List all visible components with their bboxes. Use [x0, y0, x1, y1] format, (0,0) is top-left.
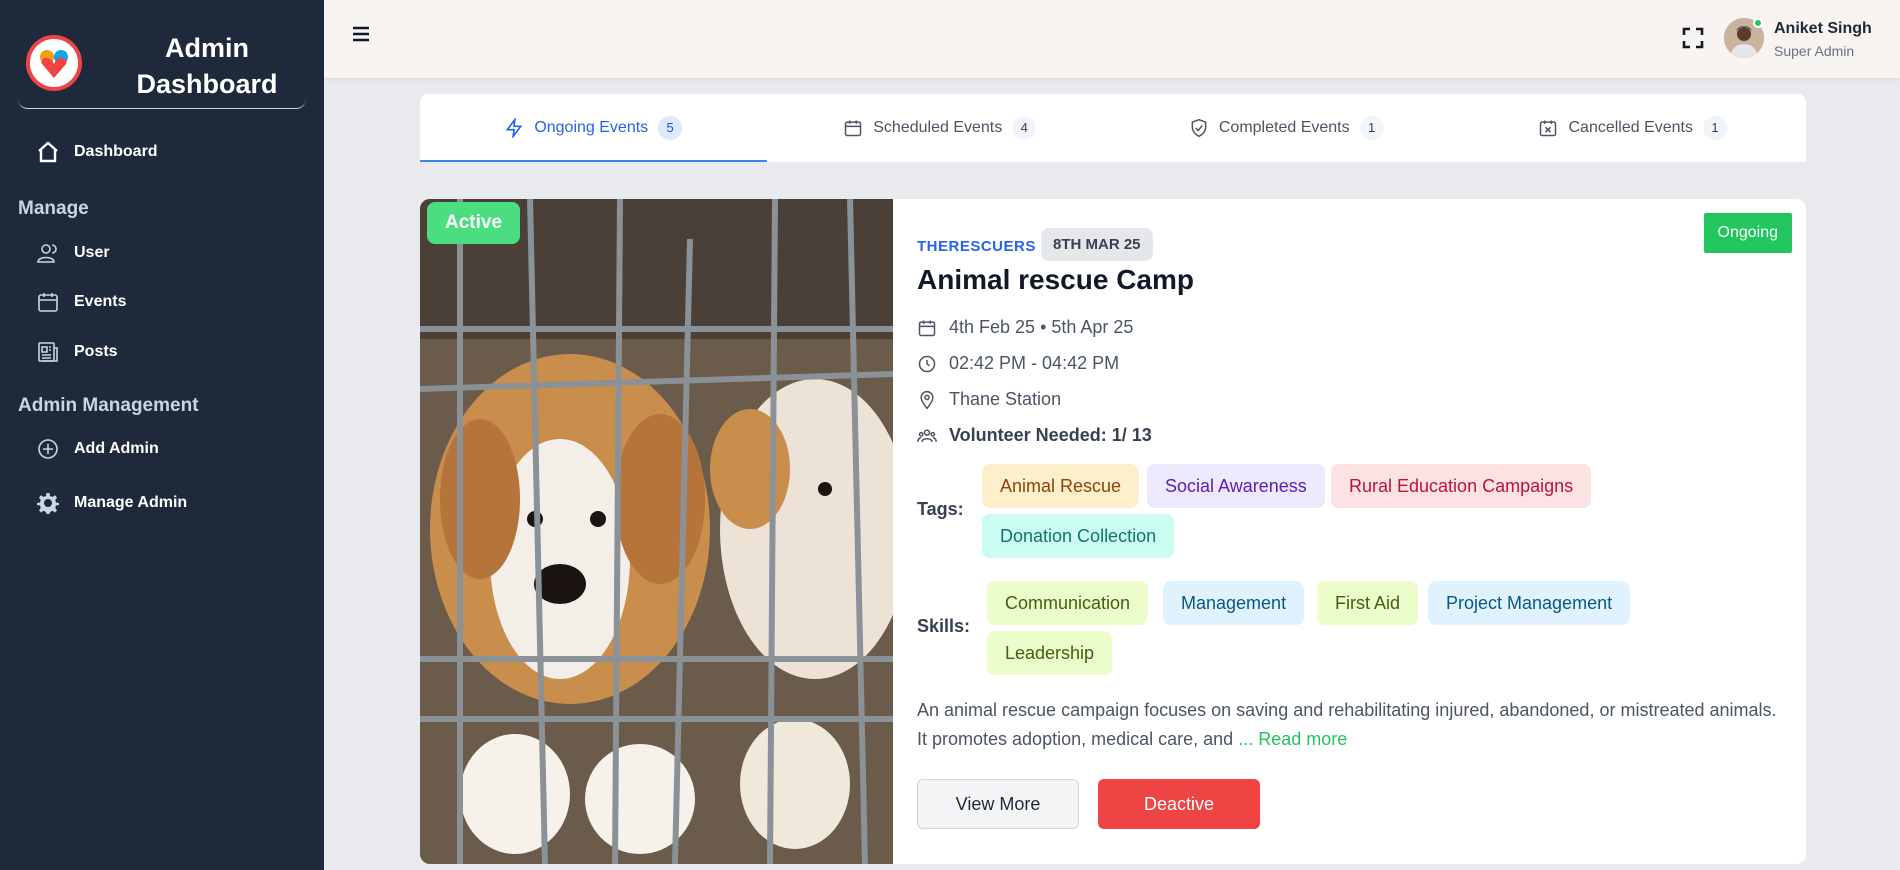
tab-label: Cancelled Events: [1568, 119, 1693, 136]
sidebar-item-label: Events: [74, 293, 127, 310]
event-description: An animal rescue campaign focuses on sav…: [917, 700, 1777, 749]
tag-chip: Donation Collection: [982, 514, 1175, 558]
event-card: Active Ongoing THERESCUERS 8TH MAR 25 An…: [420, 199, 1806, 864]
sidebar-item-label: Add Admin: [74, 440, 159, 457]
sidebar-item-label: Manage Admin: [74, 494, 188, 511]
tab-count-badge: 1: [1359, 116, 1384, 140]
calendar-icon: [845, 120, 862, 137]
tab-label: Scheduled Events: [873, 119, 1003, 136]
skill-chip: Project Management: [1428, 581, 1631, 625]
tab-label: Ongoing Events: [534, 119, 649, 136]
sidebar-item-dashboard[interactable]: Dashboard: [36, 140, 158, 164]
tag-chip: Rural Education Campaigns: [1331, 464, 1592, 508]
sidebar-item-manage-admin[interactable]: Manage Admin: [36, 491, 187, 515]
fullscreen-icon[interactable]: [1681, 26, 1705, 55]
sidebar-item-posts[interactable]: Posts: [36, 340, 118, 364]
skills-label: Skills:: [917, 616, 971, 636]
tag-chip: Animal Rescue: [982, 464, 1140, 508]
brand-logo-icon: [26, 35, 82, 91]
section-manage: Manage: [18, 198, 89, 219]
active-badge: Active: [427, 202, 521, 244]
sidebar-item-events[interactable]: Events: [36, 290, 126, 314]
sidebar-item-label: Posts: [74, 343, 118, 360]
tab-count-badge: 4: [1012, 116, 1037, 140]
skill-chip: Management: [1163, 581, 1305, 625]
tags-label: Tags:: [917, 499, 964, 519]
event-photo: [420, 199, 893, 864]
map-pin-icon: [920, 390, 934, 409]
tab-count-badge: 5: [658, 116, 683, 140]
event-date-pill: 8TH MAR 25: [1041, 228, 1153, 261]
status-badge: Ongoing: [1703, 213, 1792, 253]
read-more-link[interactable]: ... Read more: [1238, 729, 1347, 749]
gear-icon: [37, 493, 59, 514]
deactive-button[interactable]: Deactive: [1098, 779, 1260, 829]
tag-chip: Social Awareness: [1147, 464, 1325, 508]
tab-scheduled-events[interactable]: Scheduled Events 4: [767, 94, 1114, 162]
online-status-dot: [1753, 18, 1763, 28]
user-name: Aniket Singh: [1774, 20, 1872, 37]
sidebar-item-label: Dashboard: [74, 143, 158, 160]
tab-completed-events[interactable]: Completed Events 1: [1113, 94, 1460, 162]
tab-label: Completed Events: [1218, 119, 1350, 136]
home-icon: [38, 141, 58, 163]
volunteers-needed: Volunteer Needed: 1/ 13: [917, 425, 1152, 446]
tab-ongoing-events[interactable]: Ongoing Events 5: [420, 94, 767, 162]
hamburger-menu-icon[interactable]: [352, 26, 370, 47]
users-icon: [37, 244, 57, 263]
organization-name: THERESCUERS: [917, 238, 1036, 255]
plus-circle-icon: [38, 439, 58, 459]
calendar-icon: [38, 293, 58, 312]
sidebar-item-label: User: [74, 244, 110, 261]
brand: Admin Dashboard: [18, 18, 306, 109]
view-more-button[interactable]: View More: [917, 779, 1079, 829]
brand-title: Admin Dashboard: [136, 33, 278, 99]
newspaper-icon: [38, 342, 58, 362]
skill-chip: Communication: [987, 581, 1149, 625]
tab-count-badge: 1: [1703, 116, 1727, 140]
calendar-icon: [918, 320, 936, 336]
lightning-icon: [505, 118, 523, 138]
section-admin-management: Admin Management: [18, 395, 199, 416]
top-bar: Aniket Singh Super Admin: [324, 0, 1900, 78]
event-dates: 4th Feb 25 • 5th Apr 25: [917, 317, 1133, 338]
user-role: Super Admin: [1774, 43, 1855, 59]
event-location: Thane Station: [917, 389, 1061, 410]
sidebar-item-add-admin[interactable]: Add Admin: [36, 437, 159, 461]
event-title: Animal rescue Camp: [917, 264, 1194, 295]
event-time: 02:42 PM - 04:42 PM: [917, 353, 1119, 374]
event-tabs: Ongoing Events 5 Scheduled Events 4 Comp…: [420, 94, 1806, 162]
skill-chip: Leadership: [987, 631, 1113, 675]
clock-icon: [918, 355, 936, 372]
users-icon: [917, 428, 937, 442]
tab-cancelled-events[interactable]: Cancelled Events 1: [1460, 94, 1807, 162]
sidebar-item-user[interactable]: User: [36, 241, 110, 265]
sidebar: Admin Dashboard Dashboard Manage User Ev…: [0, 0, 324, 870]
skill-chip: First Aid: [1317, 581, 1419, 625]
calendar-x-icon: [1540, 120, 1557, 137]
shield-check-icon: [1191, 118, 1207, 138]
